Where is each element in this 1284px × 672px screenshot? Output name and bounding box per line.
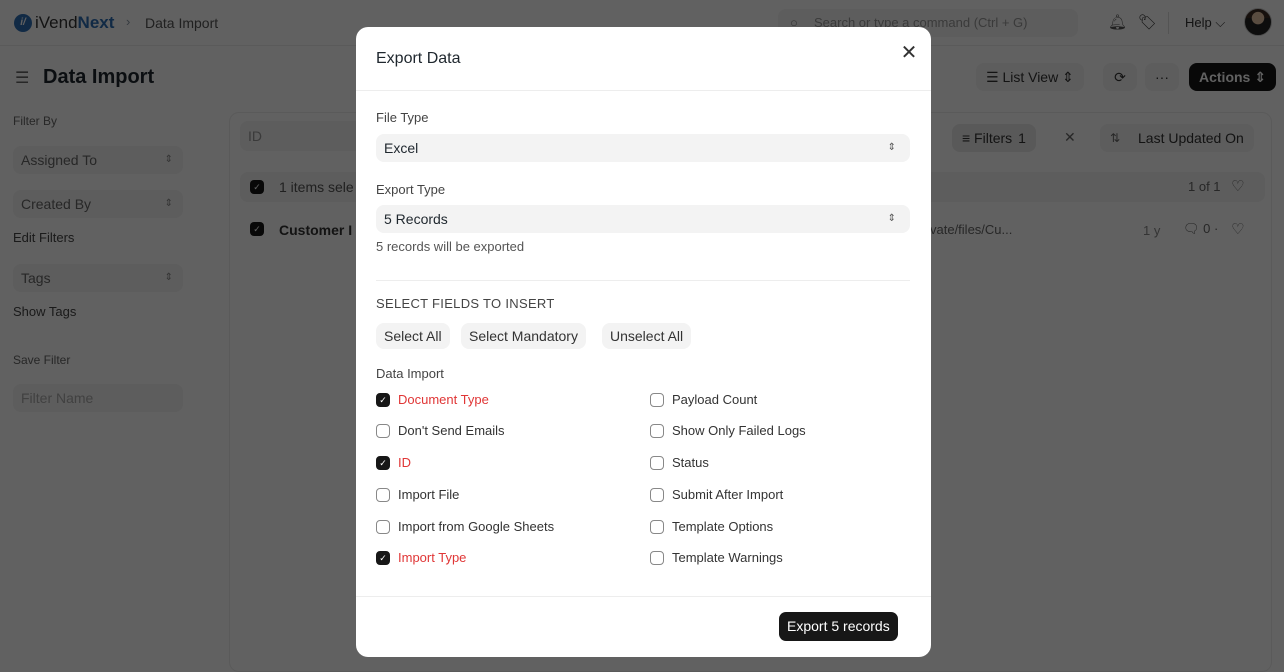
checkbox-unchecked[interactable] — [650, 423, 664, 438]
field-checkbox-row[interactable]: ✓ ID — [376, 455, 411, 470]
field-label: Import Type — [398, 550, 467, 565]
checkbox-unchecked[interactable] — [376, 423, 390, 438]
field-label: Template Warnings — [672, 550, 783, 565]
export-type-label: Export Type — [376, 182, 446, 197]
field-checkbox-row[interactable]: Import from Google Sheets — [376, 519, 554, 534]
field-label: ID — [398, 455, 411, 470]
field-label: Import File — [398, 487, 460, 502]
checkbox-checked[interactable]: ✓ — [376, 392, 390, 407]
checkbox-unchecked[interactable] — [376, 487, 390, 502]
footer-divider — [356, 596, 931, 597]
select-mandatory-button[interactable]: Select Mandatory — [461, 323, 586, 349]
checkbox-unchecked[interactable] — [650, 392, 664, 407]
checkbox-unchecked[interactable] — [650, 519, 664, 534]
field-checkbox-row[interactable]: Template Warnings — [650, 550, 783, 565]
field-checkbox-row[interactable]: Status — [650, 455, 709, 470]
checkbox-unchecked[interactable] — [650, 455, 664, 470]
checkbox-checked[interactable]: ✓ — [376, 455, 390, 470]
header-divider — [356, 90, 931, 91]
select-all-button[interactable]: Select All — [376, 323, 450, 349]
file-type-value: Excel — [384, 140, 419, 156]
checkbox-unchecked[interactable] — [650, 487, 664, 502]
close-icon[interactable]: ✕ — [899, 41, 919, 65]
section-divider — [376, 280, 910, 281]
field-checkbox-row[interactable]: ✓ Import Type — [376, 550, 466, 565]
select-arrow-icon: ⇕ — [887, 142, 896, 153]
field-checkbox-row[interactable]: Show Only Failed Logs — [650, 423, 806, 438]
unselect-all-button[interactable]: Unselect All — [602, 323, 692, 349]
field-checkbox-row[interactable]: Payload Count — [650, 392, 757, 407]
file-type-select[interactable]: Excel ⇕ — [376, 134, 910, 162]
select-fields-heading: SELECT FIELDS TO INSERT — [376, 296, 555, 311]
field-label: Status — [672, 455, 709, 470]
field-label: Payload Count — [672, 392, 758, 407]
field-label: Submit After Import — [672, 487, 784, 502]
field-checkbox-row[interactable]: Don't Send Emails — [376, 423, 505, 438]
field-label: Show Only Failed Logs — [672, 423, 806, 438]
field-label: Don't Send Emails — [398, 423, 505, 438]
field-checkbox-row[interactable]: Import File — [376, 487, 459, 502]
export-type-value: 5 Records — [384, 211, 448, 227]
export-type-select[interactable]: 5 Records ⇕ — [376, 205, 910, 233]
field-label: Document Type — [398, 392, 489, 407]
field-checkbox-row[interactable]: Submit After Import — [650, 487, 783, 502]
doctype-group-label: Data Import — [376, 366, 444, 381]
checkbox-checked[interactable]: ✓ — [376, 550, 390, 565]
checkbox-unchecked[interactable] — [376, 519, 390, 534]
file-type-label: File Type — [376, 110, 429, 125]
field-checkbox-row[interactable]: Template Options — [650, 519, 773, 534]
export-data-dialog: Export Data ✕ File Type Excel ⇕ Export T… — [356, 27, 931, 657]
field-label: Template Options — [672, 519, 774, 534]
export-count-help: 5 records will be exported — [376, 239, 525, 254]
export-records-button[interactable]: Export 5 records — [779, 612, 898, 641]
field-label: Import from Google Sheets — [398, 519, 555, 534]
checkbox-unchecked[interactable] — [650, 550, 664, 565]
field-checkbox-row[interactable]: ✓ Document Type — [376, 392, 489, 407]
dialog-title: Export Data — [376, 50, 461, 67]
select-arrow-icon: ⇕ — [887, 213, 896, 224]
